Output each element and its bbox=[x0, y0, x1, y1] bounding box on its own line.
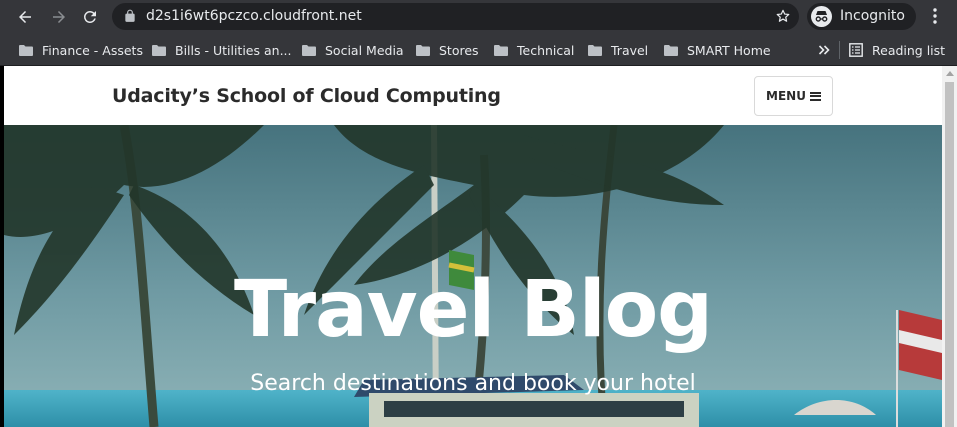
menu-label: MENU bbox=[766, 89, 806, 103]
browser-toolbar: d2s1i6wt6pczco.cloudfront.net Incognito bbox=[0, 0, 957, 33]
page-viewport: Udacity’s School of Cloud Computing MENU bbox=[0, 66, 957, 427]
hero-section: Travel Blog Search destinations and book… bbox=[4, 125, 942, 427]
reload-button[interactable] bbox=[77, 4, 103, 30]
star-icon[interactable] bbox=[775, 8, 791, 24]
bookmark-folder-finance[interactable]: Finance - Assets bbox=[19, 41, 143, 59]
bookmark-label: Travel bbox=[611, 42, 649, 58]
address-bar[interactable]: d2s1i6wt6pczco.cloudfront.net bbox=[112, 3, 799, 30]
incognito-icon bbox=[811, 6, 832, 27]
bookmark-folder-stores[interactable]: Stores bbox=[416, 41, 479, 59]
folder-icon bbox=[494, 44, 508, 56]
reading-list-icon bbox=[849, 43, 863, 57]
scroll-up-arrow-icon[interactable] bbox=[946, 71, 954, 76]
scrollbar-thumb[interactable] bbox=[945, 82, 954, 427]
incognito-badge[interactable]: Incognito bbox=[807, 3, 916, 30]
incognito-label: Incognito bbox=[840, 8, 905, 24]
menu-button[interactable]: MENU bbox=[754, 76, 833, 116]
url-text[interactable]: d2s1i6wt6pczco.cloudfront.net bbox=[146, 8, 362, 24]
folder-icon bbox=[588, 44, 602, 56]
bookmark-label: Technical bbox=[517, 42, 575, 58]
folder-icon bbox=[302, 44, 316, 56]
bookmark-label: Stores bbox=[439, 42, 479, 58]
bookmark-folder-smart-home[interactable]: SMART Home bbox=[664, 41, 771, 59]
reading-list-button[interactable]: Reading list bbox=[849, 41, 945, 59]
bookmarks-divider bbox=[839, 41, 840, 59]
web-page: Udacity’s School of Cloud Computing MENU bbox=[4, 66, 942, 427]
bookmark-label: Finance - Assets bbox=[42, 42, 143, 58]
bookmark-label: Bills - Utilities an... bbox=[175, 42, 292, 58]
bookmark-label: Social Media bbox=[325, 42, 404, 58]
bookmark-folder-bills[interactable]: Bills - Utilities an... bbox=[152, 41, 292, 59]
back-button[interactable] bbox=[12, 4, 38, 30]
hero-title: Travel Blog bbox=[234, 265, 713, 355]
folder-icon bbox=[416, 44, 430, 56]
bookmark-folder-travel[interactable]: Travel bbox=[588, 41, 648, 59]
hero-subtitle: Search destinations and book your hotel bbox=[250, 371, 696, 396]
reading-list-label: Reading list bbox=[872, 42, 946, 58]
bookmark-label: SMART Home bbox=[687, 42, 771, 58]
reload-icon bbox=[83, 10, 96, 23]
page-scrollbar[interactable] bbox=[942, 66, 957, 427]
hamburger-icon bbox=[809, 91, 821, 101]
bookmark-folder-technical[interactable]: Technical bbox=[494, 41, 574, 59]
bookmarks-bar: Finance - Assets Bills - Utilities an...… bbox=[0, 33, 957, 66]
back-arrow-icon bbox=[19, 11, 31, 23]
site-brand-link[interactable]: Udacity’s School of Cloud Computing bbox=[112, 85, 501, 107]
forward-arrow-icon bbox=[53, 11, 65, 23]
site-navbar: Udacity’s School of Cloud Computing MENU bbox=[4, 66, 942, 125]
chevron-double-right-icon[interactable] bbox=[818, 44, 830, 56]
lock-icon bbox=[125, 9, 135, 22]
bookmark-folder-social-media[interactable]: Social Media bbox=[302, 41, 404, 59]
folder-icon bbox=[152, 44, 166, 56]
folder-icon bbox=[664, 44, 678, 56]
forward-button[interactable] bbox=[46, 4, 72, 30]
folder-icon bbox=[19, 44, 33, 56]
more-vert-icon[interactable] bbox=[925, 6, 945, 26]
